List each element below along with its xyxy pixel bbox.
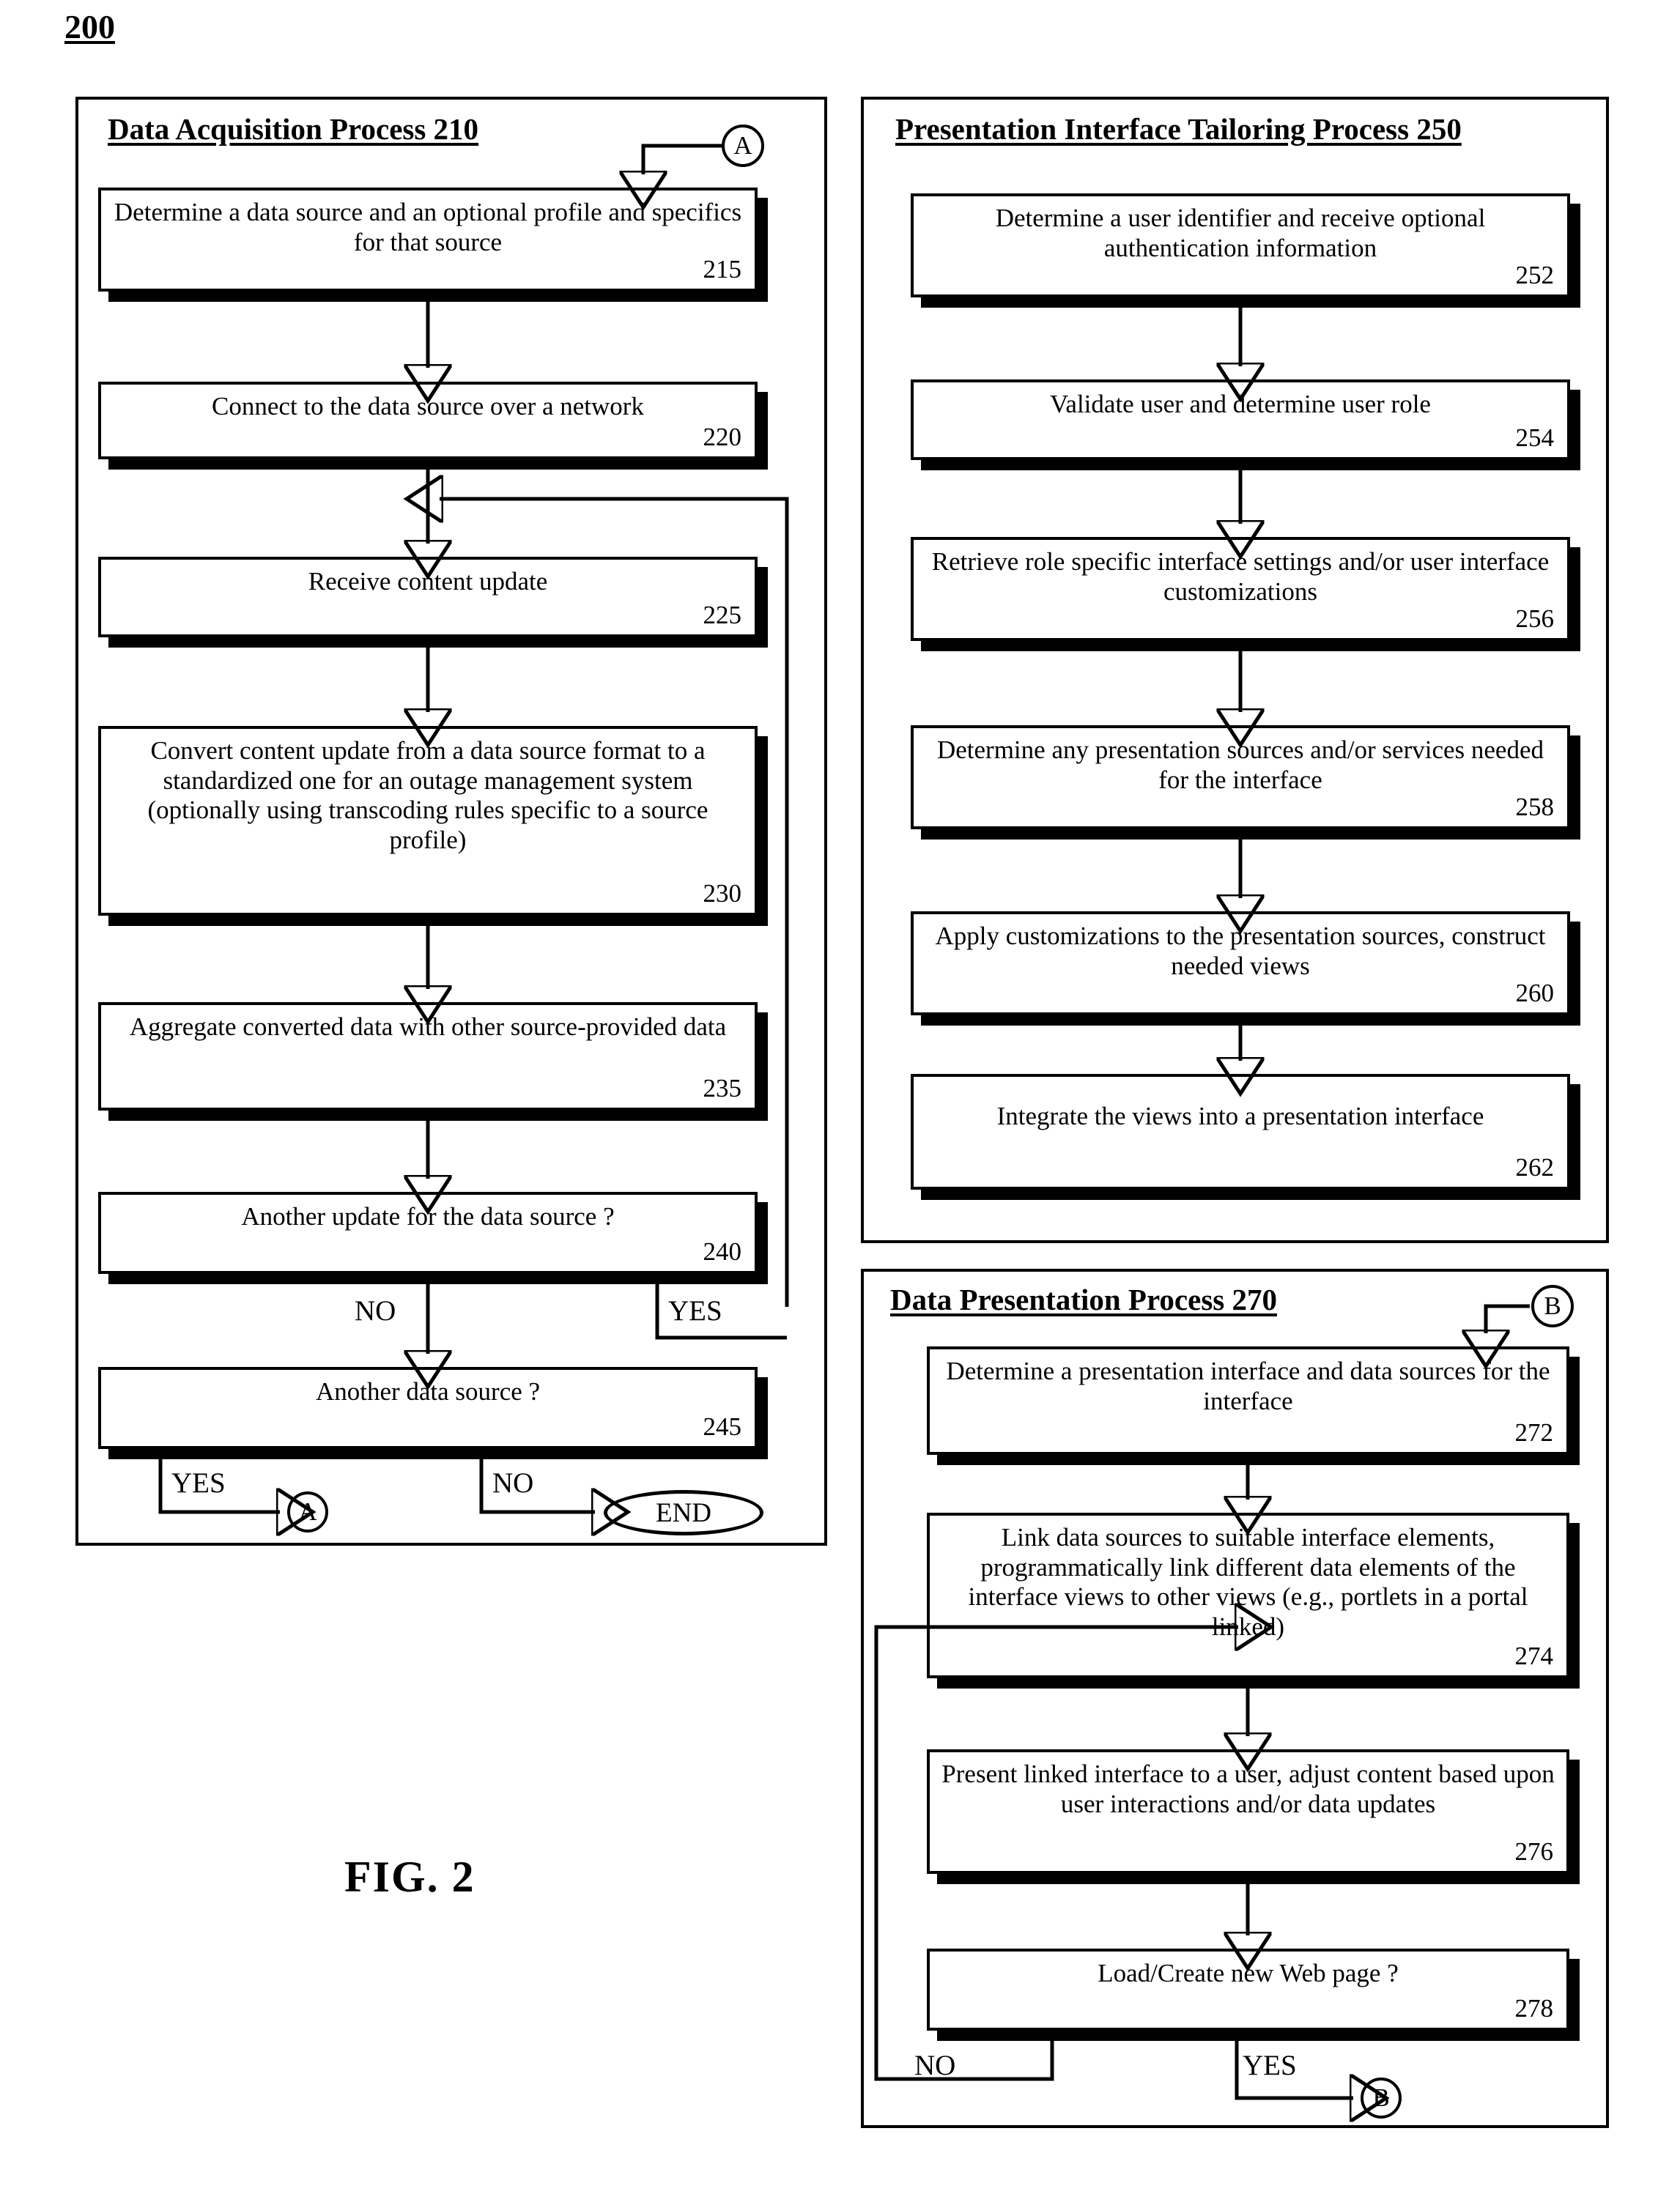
step-text-220: Connect to the data source over a networ… <box>212 392 644 420</box>
step-box-256: Retrieve role specific interface setting… <box>911 537 1570 641</box>
step-box-262: Integrate the views into a presentation … <box>911 1074 1570 1190</box>
step-number-215: 215 <box>703 255 742 283</box>
step-number-278: 278 <box>1514 1994 1554 2023</box>
step-text-274: Link data sources to suitable interface … <box>968 1523 1528 1641</box>
process-title-data-presentation: Data Presentation Process 270 <box>890 1283 1277 1316</box>
step-number-240: 240 <box>703 1237 742 1266</box>
step-text-258: Determine any presentation sources and/o… <box>936 735 1544 794</box>
step-number-276: 276 <box>1514 1837 1554 1866</box>
step-box-245: Another data source ? 245 <box>98 1367 758 1449</box>
branch-label-278-yes: YES <box>1243 2050 1297 2081</box>
step-box-252: Determine a user identifier and receive … <box>911 193 1570 297</box>
step-text-245: Another data source ? <box>315 1377 541 1406</box>
branch-label-278-no: NO <box>914 2050 956 2081</box>
step-box-235: Aggregate converted data with other sour… <box>98 1002 758 1111</box>
step-text-260: Apply customizations to the presentation… <box>935 922 1546 980</box>
terminator-end: END <box>604 1490 763 1535</box>
step-number-272: 272 <box>1514 1418 1554 1447</box>
connector-bubble-b-top: B <box>1531 1285 1574 1327</box>
process-title-data-acquisition: Data Acquisition Process 210 <box>108 112 479 146</box>
connector-bubble-b-bottom: B <box>1361 2078 1402 2119</box>
step-box-258: Determine any presentation sources and/o… <box>911 725 1570 829</box>
step-text-225: Receive content update <box>308 567 548 596</box>
step-text-254: Validate user and determine user role <box>1050 390 1431 418</box>
step-box-276: Present linked interface to a user, adju… <box>927 1749 1569 1874</box>
branch-label-245-yes: YES <box>171 1467 226 1499</box>
branch-label-240-yes: YES <box>668 1295 722 1327</box>
step-number-262: 262 <box>1515 1153 1555 1182</box>
step-number-220: 220 <box>703 423 742 451</box>
figure-caption: FIG. 2 <box>344 1853 475 1901</box>
step-number-256: 256 <box>1515 604 1555 633</box>
step-box-254: Validate user and determine user role 25… <box>911 379 1570 460</box>
process-title-presentation-interface-tailoring: Presentation Interface Tailoring Process… <box>895 112 1462 146</box>
step-number-225: 225 <box>703 601 742 629</box>
step-number-252: 252 <box>1515 261 1555 289</box>
step-number-254: 254 <box>1515 423 1555 452</box>
connector-bubble-a-bottom: A <box>287 1491 328 1533</box>
step-box-260: Apply customizations to the presentation… <box>911 911 1570 1015</box>
step-number-260: 260 <box>1515 979 1555 1007</box>
step-text-256: Retrieve role specific interface setting… <box>931 547 1550 606</box>
step-box-272: Determine a presentation interface and d… <box>927 1346 1569 1455</box>
step-box-240: Another update for the data source ? 240 <box>98 1192 758 1274</box>
step-box-278: Load/Create new Web page ? 278 <box>927 1949 1569 2031</box>
step-text-272: Determine a presentation interface and d… <box>946 1357 1550 1415</box>
step-number-258: 258 <box>1515 793 1555 821</box>
branch-label-245-no: NO <box>492 1467 534 1499</box>
branch-label-240-no: NO <box>355 1295 396 1327</box>
step-text-276: Present linked interface to a user, adju… <box>941 1760 1555 1818</box>
step-number-245: 245 <box>703 1412 742 1441</box>
step-text-235: Aggregate converted data with other sour… <box>129 1012 727 1041</box>
step-text-252: Determine a user identifier and receive … <box>995 204 1486 262</box>
figure-canvas: 200 Data Acquisition Process 210 A Deter… <box>0 0 1680 2194</box>
step-text-215: Determine a data source and an optional … <box>114 198 742 256</box>
step-box-274: Link data sources to suitable interface … <box>927 1513 1569 1678</box>
step-box-220: Connect to the data source over a networ… <box>98 382 758 459</box>
connector-bubble-a-top: A <box>722 125 764 167</box>
step-box-230: Convert content update from a data sourc… <box>98 726 758 916</box>
step-text-230: Convert content update from a data sourc… <box>147 736 708 854</box>
step-box-225: Receive content update 225 <box>98 557 758 637</box>
step-text-240: Another update for the data source ? <box>241 1202 615 1231</box>
step-number-235: 235 <box>703 1074 742 1102</box>
step-box-215: Determine a data source and an optional … <box>98 188 758 292</box>
step-text-262: Integrate the views into a presentation … <box>996 1102 1484 1130</box>
figure-number: 200 <box>64 8 115 45</box>
step-text-278: Load/Create new Web page ? <box>1098 1959 1399 1987</box>
step-number-230: 230 <box>703 879 742 908</box>
step-number-274: 274 <box>1514 1642 1554 1670</box>
